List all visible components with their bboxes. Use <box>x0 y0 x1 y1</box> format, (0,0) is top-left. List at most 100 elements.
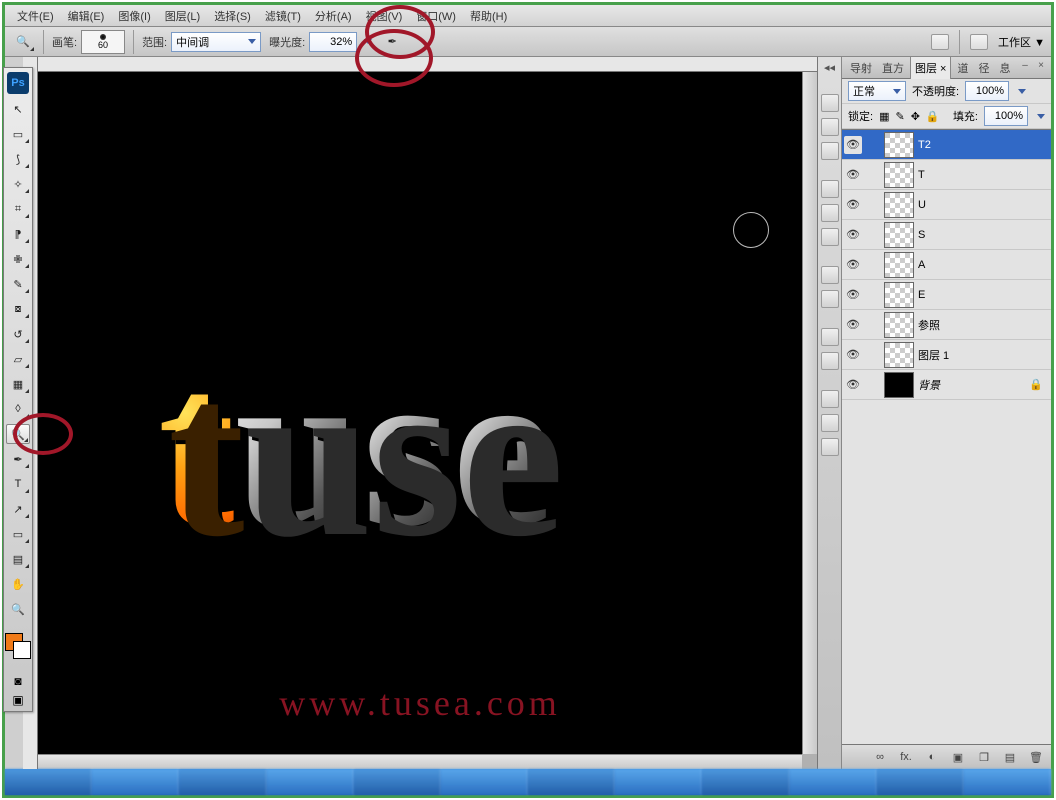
document-canvas[interactable]: t u s e www.tusea.com <box>38 72 802 754</box>
stamp-tool[interactable]: ⧇ <box>6 299 30 319</box>
brush-tool[interactable]: ✎ <box>6 274 30 294</box>
dock-collapse-icon[interactable]: ◂◂ <box>824 61 835 74</box>
layer-thumbnail[interactable] <box>884 342 914 368</box>
blend-mode-combo[interactable]: 正常 <box>848 81 906 101</box>
layer-fx-icon[interactable]: fx. <box>897 749 915 765</box>
wand-tool[interactable]: ✧ <box>6 174 30 194</box>
layer-mask-icon[interactable]: ◐ <box>923 749 941 765</box>
visibility-toggle-icon[interactable]: 👁 <box>844 376 862 394</box>
fill-value[interactable]: 100% <box>984 106 1028 126</box>
zoom-tool[interactable]: 🔍 <box>6 599 30 619</box>
layer-thumbnail[interactable] <box>884 192 914 218</box>
tab-histogram[interactable]: 直方 <box>878 57 908 79</box>
notes-tool[interactable]: ▤ <box>6 549 30 569</box>
layer-name-label[interactable]: U <box>918 199 926 211</box>
delete-layer-icon[interactable]: 🗑 <box>1027 749 1045 765</box>
visibility-toggle-icon[interactable]: 👁 <box>844 316 862 334</box>
opacity-value[interactable]: 100% <box>965 81 1009 101</box>
blur-tool[interactable]: ◊ <box>6 399 30 419</box>
visibility-toggle-icon[interactable]: 👁 <box>844 196 862 214</box>
menu-filter[interactable]: 滤镜(T) <box>259 6 307 26</box>
new-layer-icon[interactable]: ▤ <box>1001 749 1019 765</box>
layer-thumbnail[interactable] <box>884 132 914 158</box>
visibility-toggle-icon[interactable]: 👁 <box>844 346 862 364</box>
actions-panel-icon[interactable] <box>821 328 839 346</box>
marquee-tool[interactable]: ▭ <box>6 124 30 144</box>
taskbar[interactable] <box>5 769 1051 795</box>
info-panel-icon[interactable] <box>821 142 839 160</box>
tab-channels[interactable]: 道 <box>953 57 972 79</box>
layer-row[interactable]: 👁 T2 <box>842 130 1051 160</box>
path-select-tool[interactable]: ↗ <box>6 499 30 519</box>
layer-thumbnail[interactable] <box>884 282 914 308</box>
lock-all-icon[interactable]: 🔒 <box>926 110 940 123</box>
visibility-toggle-icon[interactable]: 👁 <box>844 256 862 274</box>
opacity-flyout-icon[interactable] <box>1018 89 1026 94</box>
layer-name-label[interactable]: 背景 <box>918 377 940 393</box>
fill-flyout-icon[interactable] <box>1037 114 1045 119</box>
gradient-tool[interactable]: ▦ <box>6 374 30 394</box>
visibility-toggle-icon[interactable]: 👁 <box>844 226 862 244</box>
tab-layers[interactable]: 图层 × <box>910 56 951 79</box>
visibility-toggle-icon[interactable]: 👁 <box>844 286 862 304</box>
tab-info[interactable]: 息 <box>995 57 1014 79</box>
lock-pixels-icon[interactable]: ✎ <box>895 110 904 123</box>
layer-row[interactable]: 👁S <box>842 220 1051 250</box>
history-panel-icon[interactable] <box>821 352 839 370</box>
clone-panel-icon[interactable] <box>821 414 839 432</box>
layer-row[interactable]: 👁参照 <box>842 310 1051 340</box>
layer-row[interactable]: 👁 图层 1 <box>842 340 1051 370</box>
move-tool[interactable]: ↖ <box>6 99 30 119</box>
quickmask-toggle[interactable]: ◙ <box>11 674 25 688</box>
tool-presets-panel-icon[interactable] <box>821 438 839 456</box>
character-panel-icon[interactable] <box>821 266 839 284</box>
dodge-tool[interactable]: 🔍 <box>6 424 30 444</box>
exposure-flyout-icon[interactable] <box>364 39 372 44</box>
panel-minimize-icon[interactable]: – <box>1019 60 1031 70</box>
visibility-toggle-icon[interactable]: 👁 <box>844 136 862 154</box>
layer-thumbnail[interactable] <box>884 372 914 398</box>
menu-layer[interactable]: 图层(L) <box>159 6 206 26</box>
crop-tool[interactable]: ⌗ <box>6 199 30 219</box>
eyedropper-tool[interactable]: ⁋ <box>6 224 30 244</box>
scrollbar-horizontal[interactable] <box>38 754 802 769</box>
layer-thumbnail[interactable] <box>884 252 914 278</box>
lock-transparent-icon[interactable]: ▦ <box>879 110 889 123</box>
navigator-panel-icon[interactable] <box>821 94 839 112</box>
current-tool-icon[interactable]: 🔍 <box>11 32 35 52</box>
menu-window[interactable]: 窗口(W) <box>410 6 462 26</box>
menu-select[interactable]: 选择(S) <box>208 6 257 26</box>
layer-name-label[interactable]: 图层 1 <box>918 347 949 363</box>
color-panel-icon[interactable] <box>821 180 839 198</box>
eraser-tool[interactable]: ▱ <box>6 349 30 369</box>
visibility-toggle-icon[interactable]: 👁 <box>844 166 862 184</box>
type-tool[interactable]: T <box>6 474 30 494</box>
adjustment-layer-icon[interactable]: ▣ <box>949 749 967 765</box>
histogram-panel-icon[interactable] <box>821 118 839 136</box>
brushes-panel-icon[interactable] <box>821 390 839 408</box>
layer-thumbnail[interactable] <box>884 312 914 338</box>
menu-help[interactable]: 帮助(H) <box>464 6 513 26</box>
paragraph-panel-icon[interactable] <box>821 290 839 308</box>
exposure-value[interactable]: 32% <box>309 32 357 52</box>
layer-name-label[interactable]: E <box>918 289 925 301</box>
lock-position-icon[interactable]: ✥ <box>911 110 920 123</box>
menu-file[interactable]: 文件(E) <box>11 6 60 26</box>
layer-row[interactable]: 👁A <box>842 250 1051 280</box>
layer-thumbnail[interactable] <box>884 162 914 188</box>
styles-panel-icon[interactable] <box>821 228 839 246</box>
brush-preset-picker[interactable]: 60 <box>81 30 125 54</box>
screen-mode-icon[interactable] <box>970 34 988 50</box>
history-brush-tool[interactable]: ↺ <box>6 324 30 344</box>
tab-navigator[interactable]: 导射 <box>846 57 876 79</box>
layer-name-label[interactable]: S <box>918 229 925 241</box>
layer-row[interactable]: 👁U <box>842 190 1051 220</box>
layer-thumbnail[interactable] <box>884 222 914 248</box>
link-layers-icon[interactable]: ∞ <box>871 749 889 765</box>
layer-name-label[interactable]: T2 <box>918 139 931 151</box>
range-combo[interactable]: 中间调 <box>171 32 261 52</box>
swatches-panel-icon[interactable] <box>821 204 839 222</box>
pen-tool[interactable]: ✒ <box>6 449 30 469</box>
scrollbar-vertical[interactable] <box>802 72 817 754</box>
layer-row[interactable]: 👁背景🔒 <box>842 370 1051 400</box>
